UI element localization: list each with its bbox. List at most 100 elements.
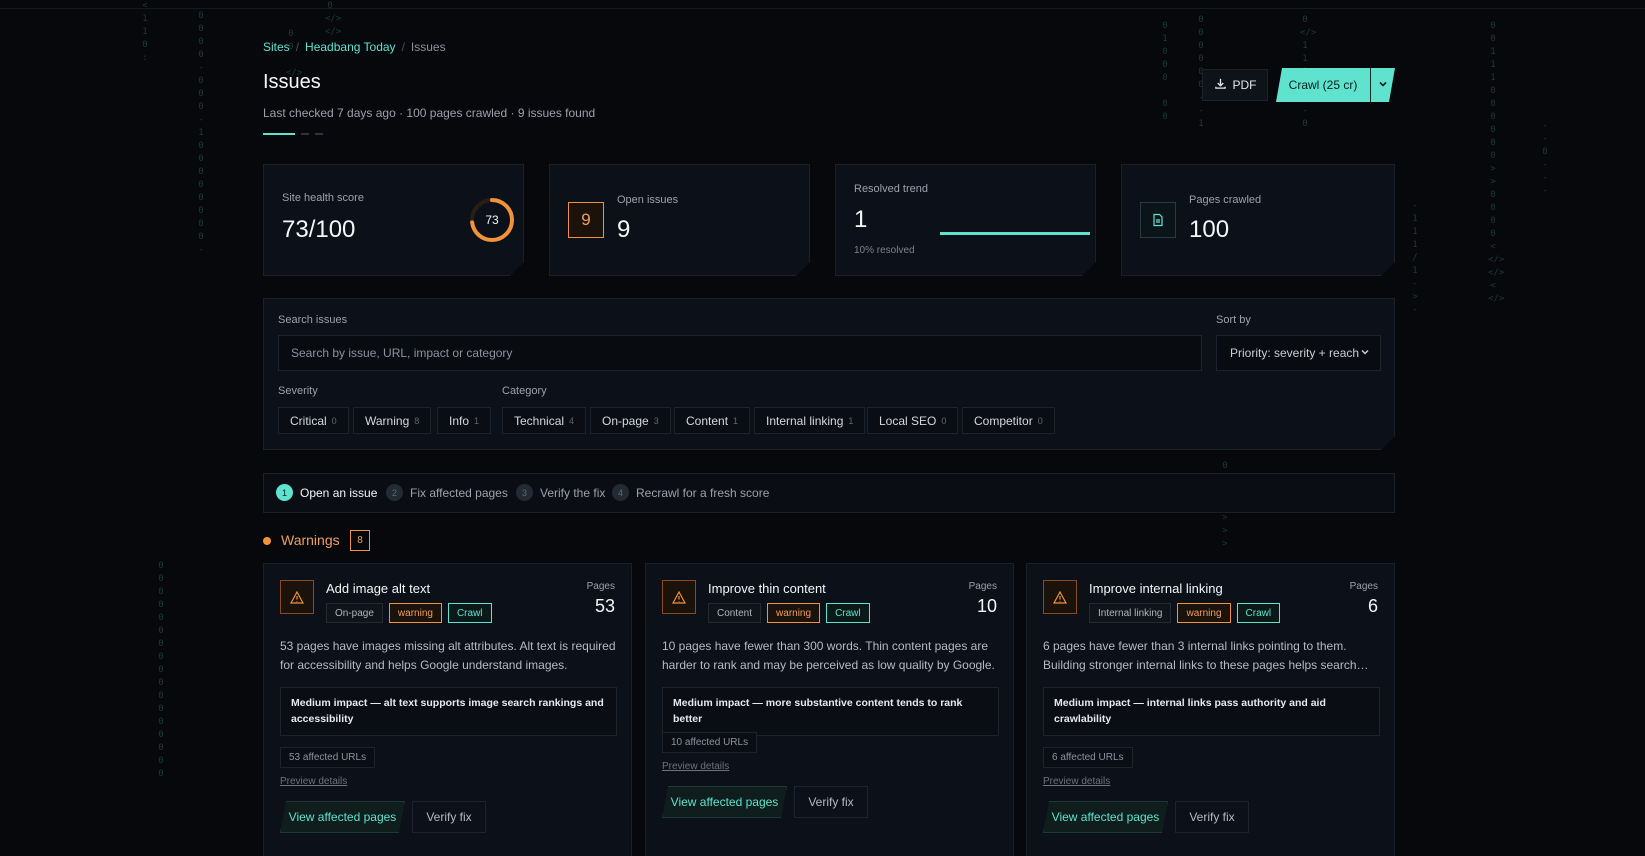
- step-label: Fix affected pages: [410, 485, 508, 500]
- category-chip-internal-linking[interactable]: Internal linking 1: [754, 407, 865, 434]
- severity-chip-critical[interactable]: Critical 0: [278, 407, 349, 434]
- download-icon: [1214, 77, 1227, 93]
- issue-tags: On-page warning Crawl: [326, 603, 492, 623]
- title-accent-bar: [263, 133, 295, 135]
- issue-tags: Content warning Crawl: [708, 603, 870, 623]
- health-label: Site health score: [282, 192, 364, 204]
- preview-details-link[interactable]: Preview details: [1043, 776, 1110, 787]
- issue-tags: Internal linking warning Crawl: [1089, 603, 1280, 623]
- chip-label: Technical: [514, 413, 565, 428]
- chip-label: Info: [449, 413, 470, 428]
- pdf-label: PDF: [1232, 78, 1257, 92]
- breadcrumb-separator: /: [295, 40, 300, 54]
- source-tag: Crawl: [448, 603, 492, 623]
- impact-note: Medium impact — alt text supports image …: [280, 687, 617, 736]
- page-meta: Last checked 7 days ago · 100 pages craw…: [263, 106, 596, 120]
- step-number: 2: [386, 484, 403, 501]
- step-verify-fix: 3 Verify the fix: [516, 484, 605, 501]
- preview-details-link[interactable]: Preview details: [662, 761, 729, 772]
- chip-count: 0: [941, 415, 947, 426]
- warning-triangle-icon: [280, 580, 314, 614]
- issue-title: Improve internal linking: [1089, 581, 1223, 596]
- category-chip-local-seo[interactable]: Local SEO 0: [867, 407, 958, 434]
- issue-description: 53 pages have images missing alt attribu…: [280, 639, 616, 672]
- category-tag: Content: [708, 603, 761, 623]
- chip-count: 0: [331, 415, 337, 426]
- crawl-button[interactable]: Crawl (25 cr): [1276, 68, 1370, 102]
- verify-fix-button[interactable]: Verify fix: [794, 786, 868, 818]
- open-issues-badge: 9: [568, 202, 604, 238]
- open-issues-value: 9: [617, 216, 631, 243]
- pages-count: 6: [1367, 596, 1378, 616]
- issue-card[interactable]: Improve internal linking Internal linkin…: [1026, 563, 1395, 856]
- resolved-label: Resolved trend: [854, 183, 928, 195]
- category-chip-competitor[interactable]: Competitor 0: [962, 407, 1055, 434]
- chip-label: On-page: [602, 413, 649, 428]
- step-label: Verify the fix: [540, 485, 606, 500]
- health-value: 73/100: [282, 216, 356, 243]
- chip-count: 4: [569, 415, 575, 426]
- source-tag: Crawl: [1237, 603, 1281, 623]
- view-affected-pages-button[interactable]: View affected pages: [280, 801, 405, 833]
- pages-count: 10: [976, 596, 997, 616]
- chip-count: 8: [414, 415, 420, 426]
- warning-triangle-icon: [662, 580, 696, 614]
- verify-fix-button[interactable]: Verify fix: [1175, 801, 1249, 833]
- affected-urls-badge: 53 affected URLs: [280, 747, 375, 768]
- impact-note: Medium impact — internal links pass auth…: [1043, 687, 1380, 736]
- severity-tag: warning: [389, 603, 442, 623]
- breadcrumb-sites-link[interactable]: Sites: [263, 40, 290, 54]
- chip-label: Warning: [365, 413, 410, 428]
- preview-details-link[interactable]: Preview details: [280, 776, 347, 787]
- chevron-down-icon: [1378, 76, 1388, 94]
- category-chip-content[interactable]: Content 1: [674, 407, 750, 434]
- issue-card[interactable]: Improve thin content Content warning Cra…: [645, 563, 1014, 856]
- pdf-export-button[interactable]: PDF: [1202, 69, 1268, 101]
- severity-chip-info[interactable]: Info 1: [437, 407, 491, 434]
- issue-description: 10 pages have fewer than 300 words. Thin…: [662, 639, 995, 672]
- category-chip-on-page[interactable]: On-page 3: [590, 407, 671, 434]
- title-accent-dash: [315, 133, 323, 135]
- chip-label: Local SEO: [879, 413, 937, 428]
- pages-crawled-label: Pages crawled: [1189, 194, 1262, 206]
- severity-chip-warning[interactable]: Warning 8: [353, 407, 431, 434]
- health-ring-value: 73: [485, 213, 499, 227]
- affected-urls-badge: 6 affected URLs: [1043, 747, 1133, 768]
- step-number: 4: [612, 484, 629, 501]
- issue-card[interactable]: Add image alt text On-page warning Crawl…: [263, 563, 632, 856]
- issue-title: Improve thin content: [708, 581, 826, 596]
- verify-fix-button[interactable]: Verify fix: [412, 801, 486, 833]
- issue-title: Add image alt text: [326, 581, 431, 596]
- impact-note: Medium impact — more substantive content…: [662, 687, 999, 736]
- workflow-steps: 1 Open an issue 2 Fix affected pages 3 Veri…: [263, 473, 1395, 513]
- view-affected-pages-button[interactable]: View affected pages: [662, 786, 787, 818]
- source-tag: Crawl: [826, 603, 870, 623]
- sort-value: Priority: severity + reach: [1230, 346, 1360, 360]
- sort-select[interactable]: Priority: severity + reach: [1216, 335, 1381, 371]
- affected-urls-badge: 10 affected URLs: [662, 732, 757, 753]
- warning-dot: [263, 537, 271, 545]
- category-chip-technical[interactable]: Technical 4: [502, 407, 586, 434]
- issues-page: Sites / Headbang Today / Issues Issues Last …: [263, 0, 1395, 856]
- breadcrumb-site-link[interactable]: Headbang Today: [305, 40, 396, 54]
- chip-count: 0: [1037, 415, 1043, 426]
- resolved-value: 1: [854, 206, 868, 233]
- chip-count: 1: [733, 415, 739, 426]
- severity-tag: warning: [1177, 603, 1230, 623]
- chip-label: Competitor: [974, 413, 1033, 428]
- step-label: Recrawl for a fresh score: [636, 485, 770, 500]
- category-tag: Internal linking: [1089, 603, 1171, 623]
- step-number: 3: [516, 484, 533, 501]
- breadcrumb: Sites / Headbang Today / Issues: [263, 40, 446, 54]
- chip-label: Internal linking: [766, 413, 844, 428]
- crawl-options-button[interactable]: [1370, 68, 1395, 102]
- view-affected-pages-button[interactable]: View affected pages: [1043, 801, 1168, 833]
- stat-card-pages-crawled: Pages crawled 100: [1121, 164, 1395, 276]
- step-recrawl: 4 Recrawl for a fresh score: [612, 484, 769, 501]
- filter-panel: Search issues Sort by Priority: severity…: [263, 298, 1395, 450]
- chip-label: Content: [686, 413, 729, 428]
- step-label: Open an issue: [300, 485, 378, 500]
- search-input[interactable]: [278, 335, 1202, 371]
- pages-label: Pages: [586, 581, 615, 592]
- step-fix-pages: 2 Fix affected pages: [386, 484, 508, 501]
